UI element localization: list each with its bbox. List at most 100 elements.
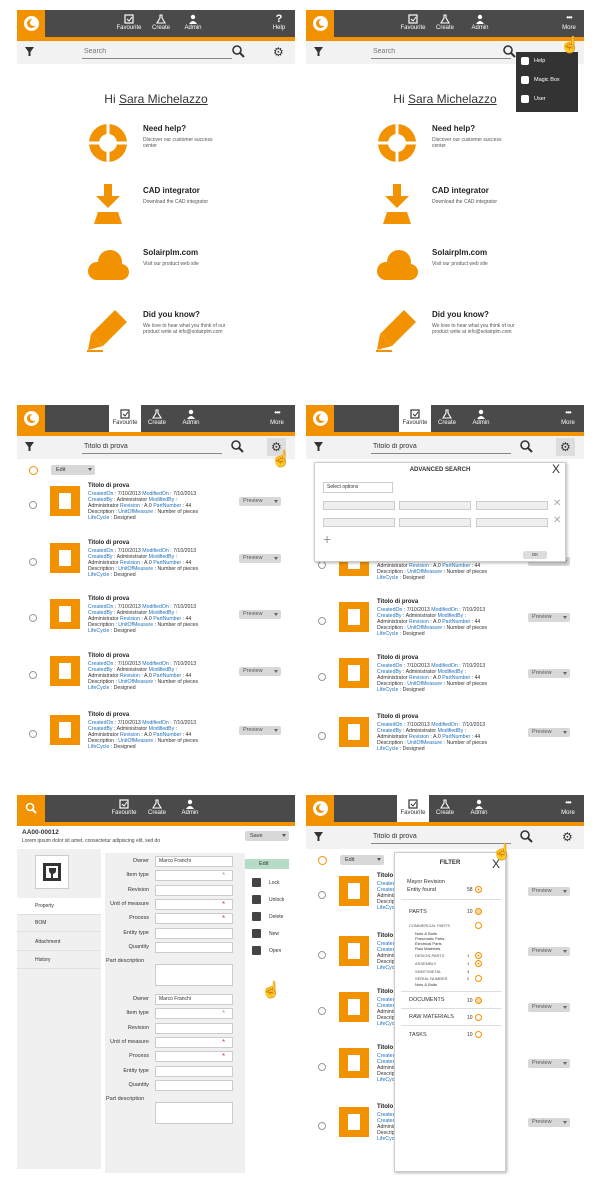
row-title[interactable]: Titolo di prova — [88, 653, 129, 659]
search-icon[interactable] — [231, 440, 244, 453]
select-all-radio[interactable] — [29, 466, 38, 475]
preview-dropdown[interactable]: Preview — [528, 947, 570, 956]
preview-dropdown[interactable]: Preview — [528, 1118, 570, 1127]
filter-icon[interactable] — [314, 442, 323, 451]
app-logo[interactable] — [17, 405, 45, 432]
filter-icon[interactable] — [25, 47, 34, 56]
field-input[interactable] — [155, 1079, 233, 1091]
criteria-field-2c[interactable] — [476, 518, 548, 527]
result-row[interactable]: Titolo di provaCreatedOn : 7/10/2013 Mod… — [17, 596, 295, 652]
nav-admin[interactable]: Admin — [463, 795, 495, 822]
tab-attachment[interactable]: Attachment — [17, 934, 101, 951]
row-radio[interactable] — [318, 891, 326, 899]
search-input[interactable] — [82, 45, 232, 59]
nav-favourite[interactable]: Favourite — [399, 405, 431, 432]
row-radio[interactable] — [318, 1007, 326, 1015]
nav-create[interactable]: Create — [141, 405, 173, 432]
action-new[interactable]: New — [249, 929, 289, 941]
preview-dropdown[interactable]: Preview — [528, 613, 570, 622]
nav-more[interactable]: ••• More — [552, 405, 584, 432]
edit-dropdown[interactable]: Edit — [340, 855, 384, 865]
result-row[interactable]: Titolo di provaCreatedOn : 7/10/2013 Mod… — [17, 653, 295, 709]
know-card[interactable]: Did you know? We love to hear what you t… — [374, 306, 574, 356]
cad-card[interactable]: CAD integrator Download the CAD integrat… — [85, 182, 285, 232]
know-card[interactable]: Did you know? We love to hear what you t… — [85, 306, 285, 356]
gear-icon[interactable]: ⚙ — [562, 831, 573, 843]
help-card[interactable]: Need help? Discover our customer success… — [85, 120, 285, 170]
nav-help[interactable]: ? Help — [263, 10, 295, 37]
row-radio[interactable] — [318, 1122, 326, 1130]
search-icon[interactable] — [520, 440, 533, 453]
row-title[interactable]: Titolo di prova — [88, 483, 129, 489]
nav-admin[interactable]: Admin — [174, 795, 206, 822]
commercial-parts-toggle[interactable] — [475, 922, 482, 929]
edit-dropdown[interactable]: Edit — [245, 859, 289, 869]
filter-icon[interactable] — [25, 442, 34, 451]
field-input[interactable] — [155, 1022, 233, 1034]
field-input[interactable] — [155, 927, 233, 939]
row-title[interactable]: Titolo di prova — [88, 596, 129, 602]
criteria-field-2b[interactable] — [399, 518, 471, 527]
preview-dropdown[interactable]: Preview — [528, 1059, 570, 1068]
preview-dropdown[interactable]: Preview — [528, 1003, 570, 1012]
nav-create[interactable]: Create — [141, 795, 173, 822]
preview-dropdown[interactable]: Preview — [239, 554, 281, 563]
remove-row-icon[interactable]: ✕ — [553, 515, 561, 526]
search-input[interactable] — [371, 440, 511, 454]
filter-icon[interactable] — [314, 47, 323, 56]
field-input[interactable] — [155, 1065, 233, 1077]
nav-admin[interactable]: Admin — [175, 405, 207, 432]
nav-create[interactable]: Create — [429, 795, 461, 822]
row-title[interactable]: Titolo di prova — [377, 599, 418, 605]
row-radio[interactable] — [29, 558, 37, 566]
tab-history[interactable]: History — [17, 952, 101, 969]
field-input[interactable]: Marco Franchi — [155, 994, 233, 1005]
field-input[interactable]: Marco Franchi — [155, 856, 233, 867]
assembly-toggle[interactable] — [475, 960, 482, 967]
nav-create[interactable]: Create — [145, 10, 177, 37]
serial-number-toggle[interactable] — [475, 975, 482, 982]
app-logo[interactable] — [306, 10, 334, 37]
select-all-radio[interactable] — [318, 856, 327, 865]
filter-icon[interactable] — [314, 832, 323, 841]
search-input[interactable] — [371, 830, 511, 844]
row-radio[interactable] — [318, 617, 326, 625]
raw-materials-toggle[interactable] — [475, 1014, 482, 1021]
app-logo[interactable] — [17, 10, 45, 37]
menu-item-help[interactable]: Help — [521, 54, 576, 68]
remove-row-icon[interactable]: ✕ — [553, 498, 561, 509]
preview-dropdown[interactable]: Preview — [239, 610, 281, 619]
nav-admin[interactable]: Admin — [177, 10, 209, 37]
menu-item-magic-box[interactable]: Magic Box — [521, 73, 576, 87]
field-input[interactable] — [155, 1102, 233, 1125]
gear-icon[interactable]: ⚙ — [273, 46, 284, 58]
nav-favourite[interactable]: Favourite — [108, 795, 140, 822]
entity-toggle[interactable] — [475, 886, 482, 893]
search-icon[interactable] — [503, 45, 516, 58]
preview-dropdown[interactable]: Preview — [528, 728, 570, 737]
preview-dropdown[interactable]: Preview — [528, 669, 570, 678]
design-parts-toggle[interactable] — [475, 952, 482, 959]
row-radio[interactable] — [29, 614, 37, 622]
result-row[interactable]: Titolo di provaCreatedOn : 7/10/2013 Mod… — [306, 655, 584, 711]
row-title[interactable]: Titolo di prova — [377, 655, 418, 661]
action-lock[interactable]: Lock — [249, 878, 289, 890]
tab-property[interactable]: Property — [17, 898, 101, 915]
app-logo[interactable] — [306, 405, 334, 432]
app-logo[interactable] — [306, 795, 334, 822]
action-unlock[interactable]: Unlock — [249, 895, 289, 907]
nav-admin[interactable]: Admin — [465, 405, 497, 432]
row-radio[interactable] — [318, 732, 326, 740]
user-name-link[interactable]: Sara Michelazzo — [119, 92, 208, 106]
user-name-link[interactable]: Sara Michelazzo — [408, 92, 497, 106]
nav-more[interactable]: ••• More — [553, 10, 584, 37]
row-radio[interactable] — [29, 671, 37, 679]
add-row-icon[interactable]: + — [323, 531, 331, 547]
row-radio[interactable] — [29, 501, 37, 509]
preview-dropdown[interactable]: Preview — [528, 887, 570, 896]
search-input[interactable] — [371, 45, 511, 59]
site-card[interactable]: Solairplm.com Visit our product web site — [374, 244, 574, 294]
action-delete[interactable]: Delete — [249, 912, 289, 924]
parts-toggle[interactable] — [475, 908, 482, 915]
nav-more[interactable]: ••• More — [261, 405, 293, 432]
